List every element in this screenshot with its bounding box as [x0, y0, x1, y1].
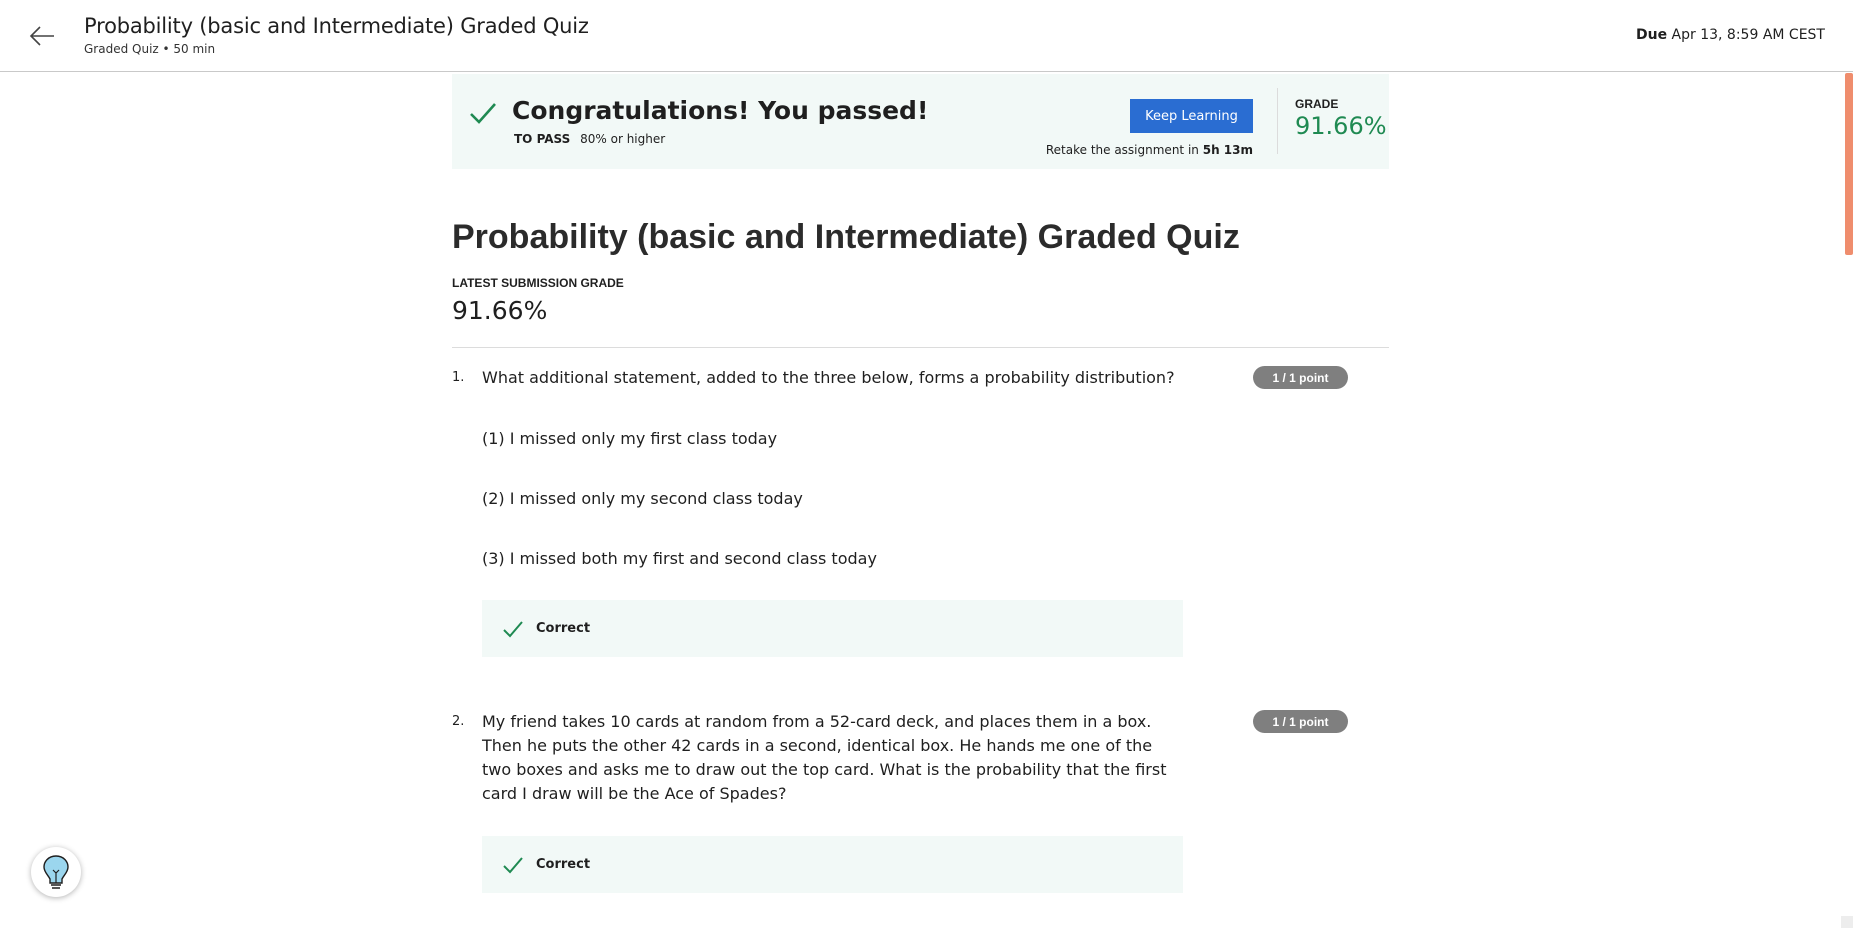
question-2-points-badge: 1 / 1 point: [1253, 710, 1348, 733]
question-2-result: Correct: [536, 857, 591, 872]
grade-label: GRADE: [1295, 97, 1339, 111]
retake-time: 5h 13m: [1202, 143, 1253, 157]
back-button[interactable]: [26, 20, 58, 52]
latest-grade-value: 91.66%: [452, 296, 548, 325]
question-1-points-badge: 1 / 1 point: [1253, 366, 1348, 389]
question-2-number: 2.: [452, 714, 465, 729]
keep-learning-button[interactable]: Keep Learning: [1130, 99, 1253, 133]
question-1-number: 1.: [452, 370, 465, 385]
to-pass-value: 80% or higher: [580, 132, 666, 146]
to-pass-info: TO PASS 80% or higher: [514, 132, 665, 146]
top-header: Probability (basic and Intermediate) Gra…: [0, 0, 1853, 72]
checkmark-icon: [503, 621, 523, 638]
lightbulb-icon: [43, 855, 69, 889]
retake-prefix: Retake the assignment in: [1045, 143, 1199, 157]
question-1-feedback: Correct: [482, 600, 1183, 657]
tips-button[interactable]: [31, 847, 81, 897]
due-label: Due: [1636, 27, 1668, 43]
checkmark-icon: [503, 857, 523, 874]
header-subtitle: Graded Quiz • 50 min: [84, 42, 216, 56]
to-pass-label: TO PASS: [514, 132, 571, 146]
due-date: Due Apr 13, 8:59 AM CEST: [1636, 27, 1825, 43]
question-2-text: My friend takes 10 cards at random from …: [482, 712, 1167, 803]
pass-banner: Congratulations! You passed! TO PASS 80%…: [452, 74, 1389, 169]
header-title: Probability (basic and Intermediate) Gra…: [84, 14, 589, 38]
question-2-feedback: Correct: [482, 836, 1183, 893]
divider: [452, 347, 1389, 348]
scrollbar-corner: [1841, 916, 1853, 928]
question-1-result: Correct: [536, 621, 591, 636]
question-1-text: What additional statement, added to the …: [482, 368, 1175, 387]
retake-info: Retake the assignment in 5h 13m: [1046, 143, 1253, 157]
question-1-option-3: (3) I missed both my first and second cl…: [482, 549, 877, 568]
question-1-option-1: (1) I missed only my first class today: [482, 429, 778, 448]
checkmark-icon: [470, 103, 496, 124]
banner-divider: [1277, 88, 1278, 154]
due-value: Apr 13, 8:59 AM CEST: [1671, 27, 1825, 43]
scrollbar-thumb[interactable]: [1845, 73, 1853, 255]
question-1-option-2: (2) I missed only my second class today: [482, 489, 803, 508]
arrow-left-icon: [29, 26, 54, 46]
latest-grade-label: LATEST SUBMISSION GRADE: [452, 276, 624, 290]
pass-title: Congratulations! You passed!: [512, 96, 929, 125]
page-title: Probability (basic and Intermediate) Gra…: [452, 218, 1240, 256]
grade-value: 91.66%: [1295, 112, 1387, 140]
